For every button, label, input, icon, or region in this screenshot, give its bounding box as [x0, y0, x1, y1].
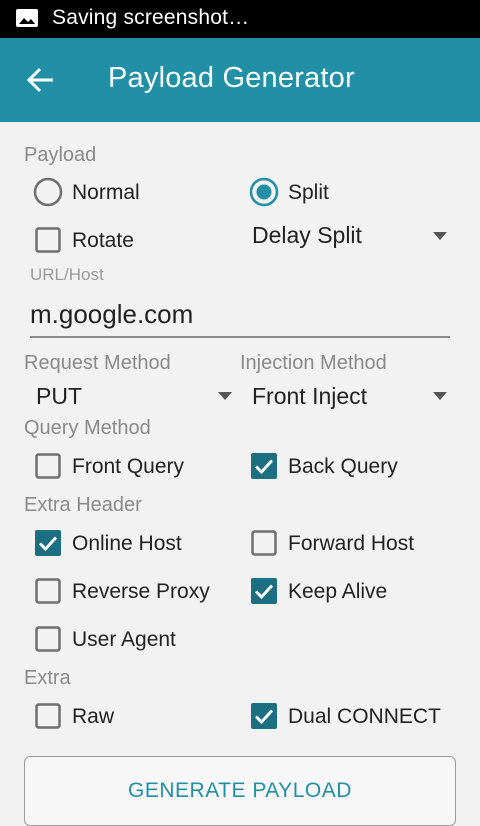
query-method-label: Query Method	[24, 417, 151, 439]
dual-connect-label: Dual CONNECT	[288, 705, 441, 728]
front-query-label: Front Query	[72, 455, 185, 478]
extra-label: Extra	[24, 667, 71, 689]
forward-host-checkbox[interactable]	[251, 530, 277, 556]
extra-header-label: Extra Header	[24, 494, 142, 516]
status-bar: Saving screenshot…	[0, 0, 480, 38]
split-mode-spinner[interactable]: Delay Split	[252, 222, 362, 249]
front-query-checkbox[interactable]	[35, 453, 61, 479]
back-query-label: Back Query	[288, 455, 398, 478]
dual-connect-checkbox[interactable]	[251, 703, 277, 729]
status-text: Saving screenshot…	[52, 6, 250, 29]
arrow-back-icon[interactable]	[26, 66, 56, 94]
normal-radio[interactable]	[33, 177, 63, 207]
url-host-input[interactable]	[30, 292, 450, 338]
back-query-checkbox[interactable]	[251, 453, 277, 479]
request-method-label: Request Method	[24, 352, 171, 374]
injection-method-spinner[interactable]: Front Inject	[252, 383, 367, 410]
split-radio[interactable]	[249, 177, 279, 207]
reverse-proxy-checkbox[interactable]	[35, 578, 61, 604]
online-host-label: Online Host	[72, 532, 182, 555]
payload-label: Payload	[24, 144, 97, 166]
page-title: Payload Generator	[108, 62, 355, 94]
raw-label: Raw	[72, 705, 115, 728]
injection-method-dropdown-icon[interactable]	[433, 392, 447, 400]
raw-checkbox[interactable]	[35, 703, 61, 729]
rotate-checkbox[interactable]	[35, 227, 61, 253]
url-host-label: URL/Host	[30, 265, 104, 284]
rotate-checkbox-label: Rotate	[72, 229, 134, 252]
normal-radio-label: Normal	[72, 181, 140, 204]
generate-payload-button[interactable]: GENERATE PAYLOAD	[24, 756, 456, 826]
user-agent-label: User Agent	[72, 628, 176, 651]
keep-alive-label: Keep Alive	[288, 580, 388, 603]
online-host-checkbox[interactable]	[35, 530, 61, 556]
split-mode-dropdown-icon[interactable]	[433, 232, 447, 240]
app-bar: Payload Generator	[0, 38, 480, 122]
image-icon	[16, 9, 38, 27]
user-agent-checkbox[interactable]	[35, 626, 61, 652]
forward-host-label: Forward Host	[288, 532, 415, 555]
split-radio-label: Split	[288, 181, 329, 204]
keep-alive-checkbox[interactable]	[251, 578, 277, 604]
reverse-proxy-label: Reverse Proxy	[72, 580, 210, 603]
injection-method-label: Injection Method	[240, 352, 387, 374]
request-method-spinner[interactable]: PUT	[36, 383, 82, 410]
request-method-dropdown-icon[interactable]	[218, 392, 232, 400]
